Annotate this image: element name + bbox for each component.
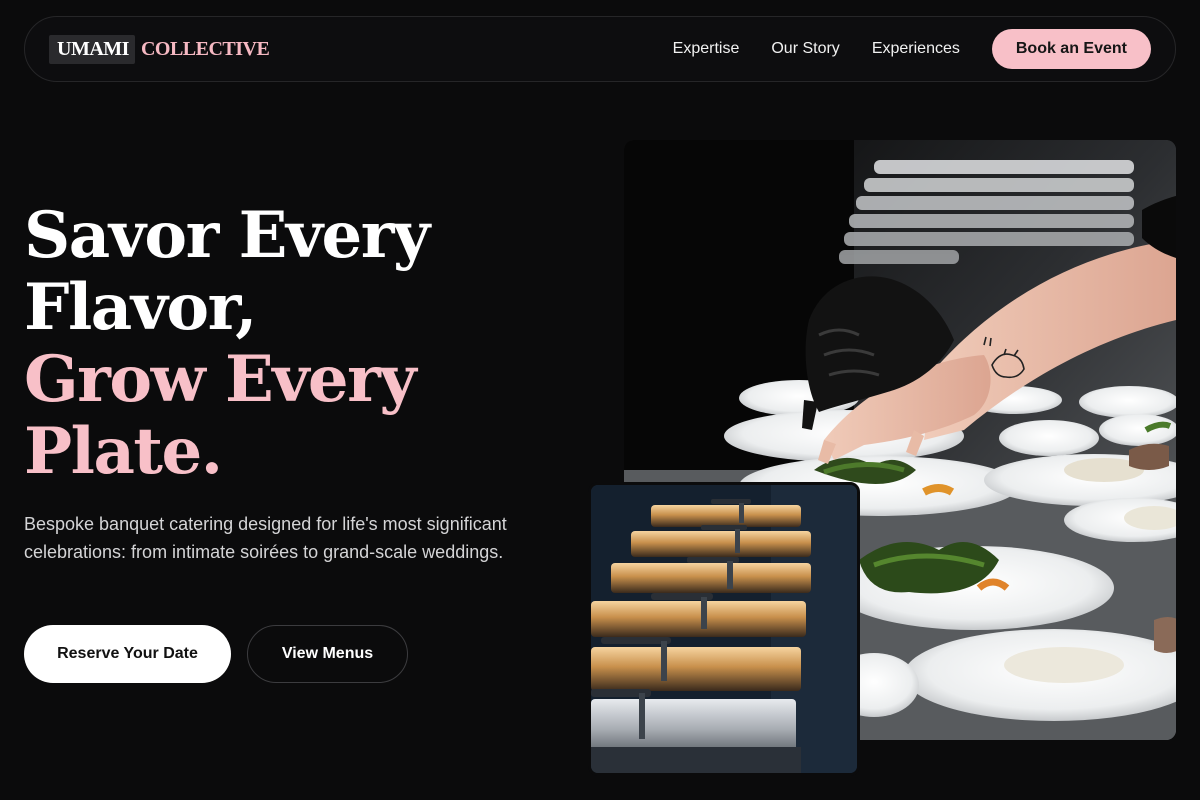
hero-title-line-3: Grow Every [24, 342, 417, 417]
nav-link-our-story[interactable]: Our Story [771, 40, 839, 58]
hero-title-line-1: Savor Every [24, 198, 430, 273]
chafing-dishes-illustration [591, 485, 857, 773]
logo-primary-text: UMAMI [49, 34, 135, 64]
top-navigation: UMAMI COLLECTIVE Expertise Our Story Exp… [24, 16, 1176, 82]
hero-subtitle: Bespoke banquet catering designed for li… [24, 514, 507, 562]
nav-link-experiences[interactable]: Experiences [872, 40, 960, 58]
reserve-date-button[interactable]: Reserve Your Date [24, 625, 231, 683]
logo-accent-text: COLLECTIVE [140, 37, 270, 60]
hero-title: Savor Every Flavor, Grow Every Plate. [24, 200, 584, 488]
nav-link-expertise[interactable]: Expertise [673, 40, 740, 58]
brand-logo[interactable]: UMAMI COLLECTIVE [49, 34, 270, 64]
hero-title-line-2: Flavor, [24, 270, 257, 345]
view-menus-button[interactable]: View Menus [247, 625, 408, 683]
book-event-button[interactable]: Book an Event [991, 29, 1151, 69]
nav-links: Expertise Our Story Experiences Book an … [673, 29, 1151, 69]
hero-title-line-4: Plate. [24, 414, 223, 489]
chafing-dishes-photo [588, 482, 860, 776]
